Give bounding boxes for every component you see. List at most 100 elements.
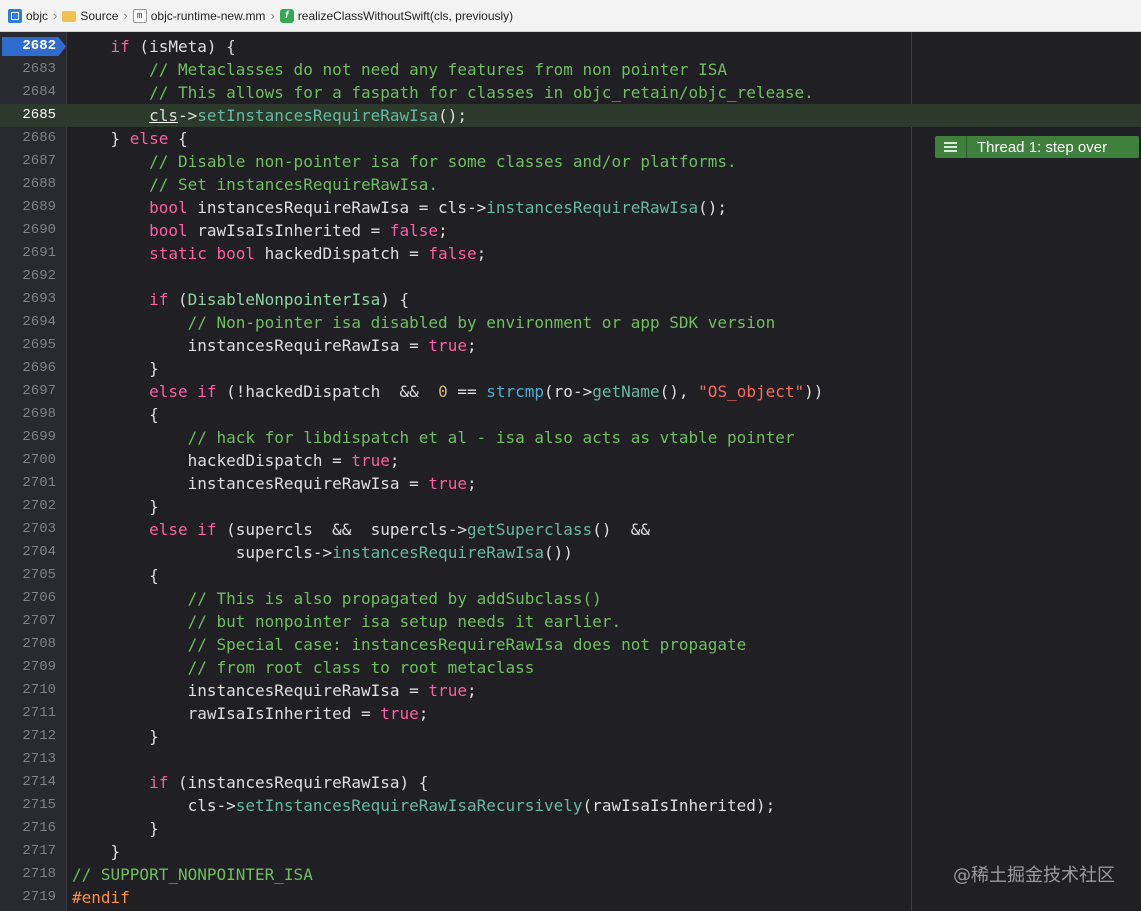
code-token: } xyxy=(72,819,159,838)
code-line[interactable]: 2692 xyxy=(0,265,1141,288)
line-number[interactable]: 2691 xyxy=(0,242,56,265)
code-token: { xyxy=(72,566,159,585)
code-line[interactable]: 2706 // This is also propagated by addSu… xyxy=(0,587,1141,610)
line-number[interactable]: 2712 xyxy=(0,725,56,748)
code-line[interactable]: 2719 #endif xyxy=(0,886,1141,909)
menu-icon[interactable] xyxy=(935,136,967,158)
code-line[interactable]: 2701 instancesRequireRawIsa = true; xyxy=(0,472,1141,495)
code-line[interactable]: 2714 if (instancesRequireRawIsa) { xyxy=(0,771,1141,794)
line-number[interactable]: 2687 xyxy=(0,150,56,173)
chevron-right-icon: › xyxy=(53,8,58,23)
line-number[interactable]: 2706 xyxy=(0,587,56,610)
code-line[interactable]: 2693 if (DisableNonpointerIsa) { xyxy=(0,288,1141,311)
line-number[interactable]: 2694 xyxy=(0,311,56,334)
line-number[interactable]: 2703 xyxy=(0,518,56,541)
code-line[interactable]: 2712 } xyxy=(0,725,1141,748)
code-token: (), xyxy=(659,382,699,401)
code-token: getName xyxy=(592,382,660,401)
code-line[interactable]: 2690 bool rawIsaIsInherited = false; xyxy=(0,219,1141,242)
code-line[interactable]: 2696 } xyxy=(0,357,1141,380)
code-text: bool rawIsaIsInherited = false; xyxy=(72,219,448,242)
code-token: 0 xyxy=(438,382,448,401)
line-number[interactable]: 2718 xyxy=(0,863,56,886)
line-number[interactable]: 2682 xyxy=(0,35,56,58)
line-number[interactable]: 2688 xyxy=(0,173,56,196)
line-number[interactable]: 2704 xyxy=(0,541,56,564)
code-line[interactable]: 2715 cls->setInstancesRequireRawIsaRecur… xyxy=(0,794,1141,817)
line-number[interactable]: 2692 xyxy=(0,265,56,288)
breadcrumb-file-label: objc-runtime-new.mm xyxy=(150,8,266,23)
code-text: supercls->instancesRequireRawIsa()) xyxy=(72,541,573,564)
breadcrumb-folder[interactable]: Source xyxy=(62,9,118,23)
line-number[interactable]: 2697 xyxy=(0,380,56,403)
code-line[interactable]: 2716 } xyxy=(0,817,1141,840)
line-number[interactable]: 2705 xyxy=(0,564,56,587)
thread-annotation[interactable]: Thread 1: step over xyxy=(935,136,1139,158)
code-text: } xyxy=(72,817,159,840)
code-text: { xyxy=(72,403,159,426)
code-text: // This is also propagated by addSubclas… xyxy=(72,587,602,610)
code-line[interactable]: 2713 xyxy=(0,748,1141,771)
line-number[interactable]: 2700 xyxy=(0,449,56,472)
line-number[interactable]: 2699 xyxy=(0,426,56,449)
line-number[interactable]: 2709 xyxy=(0,656,56,679)
code-line[interactable]: 2704 supercls->instancesRequireRawIsa()) xyxy=(0,541,1141,564)
code-line[interactable]: 2684 // This allows for a faspath for cl… xyxy=(0,81,1141,104)
code-line[interactable]: 2703 else if (supercls && supercls->getS… xyxy=(0,518,1141,541)
line-number[interactable]: 2714 xyxy=(0,771,56,794)
jump-bar: objc › Source › m objc-runtime-new.mm › … xyxy=(0,0,1141,32)
code-line[interactable]: 2702 } xyxy=(0,495,1141,518)
line-number[interactable]: 2715 xyxy=(0,794,56,817)
line-number[interactable]: 2684 xyxy=(0,81,56,104)
line-number[interactable]: 2693 xyxy=(0,288,56,311)
line-number[interactable]: 2701 xyxy=(0,472,56,495)
code-line[interactable]: 2710 instancesRequireRawIsa = true; xyxy=(0,679,1141,702)
code-line[interactable]: 2698 { xyxy=(0,403,1141,426)
line-number[interactable]: 2685 xyxy=(0,104,56,127)
line-number[interactable]: 2690 xyxy=(0,219,56,242)
code-token: // Metaclasses do not need any features … xyxy=(72,60,728,79)
breadcrumb-project[interactable]: objc xyxy=(8,8,48,23)
code-line[interactable]: 2694 // Non-pointer isa disabled by envi… xyxy=(0,311,1141,334)
source-editor[interactable]: 2682 if (isMeta) {2683 // Metaclasses do… xyxy=(0,32,1141,911)
code-line[interactable]: 2699 // hack for libdispatch et al - isa… xyxy=(0,426,1141,449)
line-number[interactable]: 2708 xyxy=(0,633,56,656)
line-number[interactable]: 2683 xyxy=(0,58,56,81)
code-line[interactable]: 2708 // Special case: instancesRequireRa… xyxy=(0,633,1141,656)
code-line[interactable]: 2717 } xyxy=(0,840,1141,863)
line-number[interactable]: 2689 xyxy=(0,196,56,219)
line-number[interactable]: 2711 xyxy=(0,702,56,725)
line-number[interactable]: 2707 xyxy=(0,610,56,633)
line-number[interactable]: 2719 xyxy=(0,886,56,909)
code-token: (ro-> xyxy=(544,382,593,401)
code-line[interactable]: 2700 hackedDispatch = true; xyxy=(0,449,1141,472)
line-number[interactable]: 2695 xyxy=(0,334,56,357)
code-line[interactable]: 2683 // Metaclasses do not need any feat… xyxy=(0,58,1141,81)
line-number[interactable]: 2702 xyxy=(0,495,56,518)
breadcrumb-file[interactable]: m objc-runtime-new.mm xyxy=(132,8,266,23)
code-line[interactable]: 2695 instancesRequireRawIsa = true; xyxy=(0,334,1141,357)
line-number[interactable]: 2686 xyxy=(0,127,56,150)
code-token: } xyxy=(72,129,130,148)
line-number[interactable]: 2717 xyxy=(0,840,56,863)
line-number[interactable]: 2696 xyxy=(0,357,56,380)
code-token: ( xyxy=(168,290,188,309)
code-line[interactable]: 2711 rawIsaIsInherited = true; xyxy=(0,702,1141,725)
line-number[interactable]: 2698 xyxy=(0,403,56,426)
watermark: @稀土掘金技术社区 xyxy=(953,865,1115,886)
breadcrumb-function[interactable]: f realizeClassWithoutSwift(cls, previous… xyxy=(279,8,513,23)
code-line[interactable]: 2707 // but nonpointer isa setup needs i… xyxy=(0,610,1141,633)
line-number[interactable]: 2713 xyxy=(0,748,56,771)
code-line[interactable]: 2691 static bool hackedDispatch = false; xyxy=(0,242,1141,265)
code-token: else if xyxy=(149,520,217,539)
code-line[interactable]: 2705 { xyxy=(0,564,1141,587)
line-number[interactable]: 2710 xyxy=(0,679,56,702)
code-line[interactable]: 2709 // from root class to root metaclas… xyxy=(0,656,1141,679)
code-token: } xyxy=(72,842,121,861)
code-line[interactable]: 2688 // Set instancesRequireRawIsa. xyxy=(0,173,1141,196)
line-number[interactable]: 2716 xyxy=(0,817,56,840)
code-line[interactable]: 2697 else if (!hackedDispatch && 0 == st… xyxy=(0,380,1141,403)
code-line[interactable]: 2689 bool instancesRequireRawIsa = cls->… xyxy=(0,196,1141,219)
code-line[interactable]: 2682 if (isMeta) { xyxy=(0,35,1141,58)
code-line[interactable]: 2685 cls->setInstancesRequireRawIsa(); xyxy=(0,104,1141,127)
